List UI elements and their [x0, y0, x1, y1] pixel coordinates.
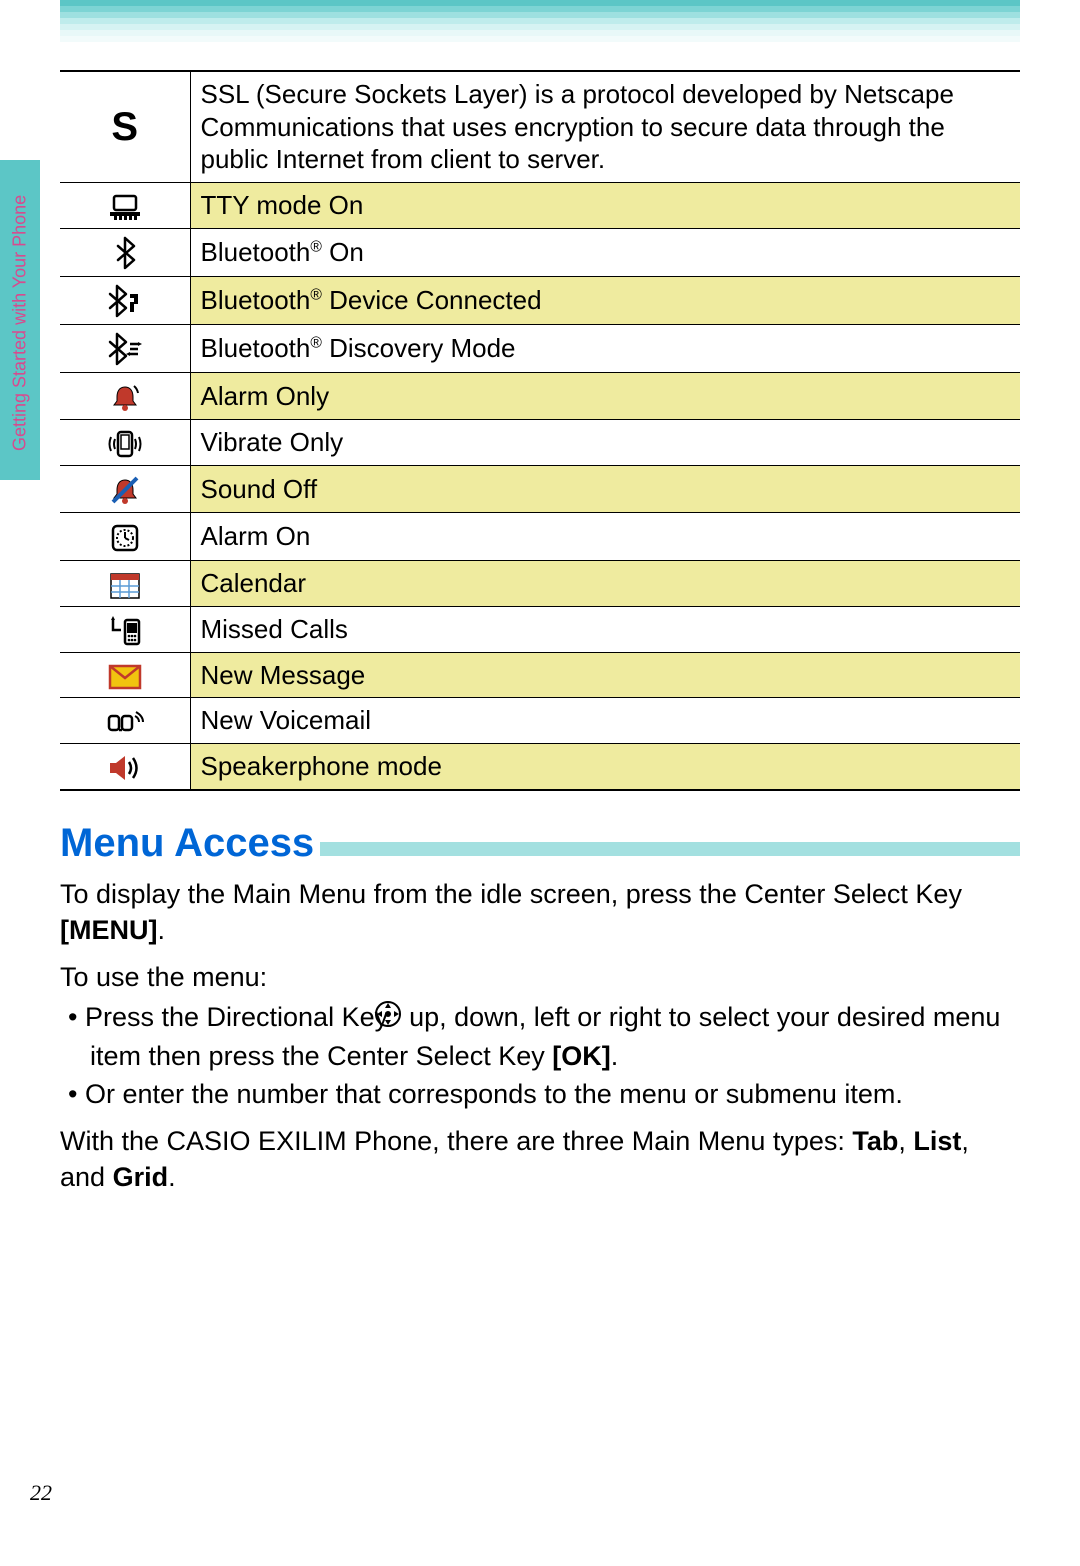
- bullet-list: • Press the Directional Key up, down, le…: [60, 999, 1020, 1112]
- heading-rule: [320, 842, 1020, 856]
- table-row: Sound Off: [60, 466, 1020, 513]
- icon-description: Alarm Only: [190, 373, 1020, 420]
- icon-description: Bluetooth® Device Connected: [190, 276, 1020, 324]
- menu-access-para-2: To use the menu:: [60, 959, 1020, 995]
- table-row: Bluetooth® Device Connected: [60, 276, 1020, 324]
- table-row: Missed Calls: [60, 606, 1020, 652]
- table-row: Bluetooth® On: [60, 228, 1020, 276]
- bullet-item-1: • Press the Directional Key up, down, le…: [60, 999, 1020, 1074]
- icon-description: Bluetooth® On: [190, 228, 1020, 276]
- menu-access-para-3: With the CASIO EXILIM Phone, there are t…: [60, 1123, 1020, 1196]
- top-gradient-bar: [60, 0, 1020, 50]
- text: Or enter the number that corresponds to …: [85, 1079, 903, 1109]
- missed-calls-icon: [60, 606, 190, 652]
- ssl-s-icon: S: [60, 71, 190, 182]
- ok-key-label: [OK]: [552, 1041, 610, 1071]
- menu-key-label: [MENU]: [60, 915, 157, 945]
- section-heading-wrap: Menu Access: [60, 821, 1020, 866]
- text: .: [157, 915, 165, 945]
- text: With the CASIO EXILIM Phone, there are t…: [60, 1126, 852, 1156]
- table-row: Calendar: [60, 560, 1020, 606]
- table-row: New Message: [60, 652, 1020, 698]
- icon-description: Vibrate Only: [190, 420, 1020, 466]
- speakerphone-icon: [60, 743, 190, 790]
- vibrate-icon: [60, 420, 190, 466]
- bluetooth-discovery-icon: [60, 324, 190, 372]
- icon-description: Calendar: [190, 560, 1020, 606]
- text: .: [168, 1162, 176, 1192]
- sound-off-icon: [60, 466, 190, 513]
- tty-icon: [60, 182, 190, 228]
- page-number: 22: [30, 1480, 52, 1506]
- menu-access-para-1: To display the Main Menu from the idle s…: [60, 876, 1020, 949]
- icon-description: Alarm On: [190, 513, 1020, 560]
- icon-description: TTY mode On: [190, 182, 1020, 228]
- section-heading: Menu Access: [60, 821, 314, 866]
- alarm-on-icon: [60, 513, 190, 560]
- icon-description: Speakerphone mode: [190, 743, 1020, 790]
- voicemail-icon: [60, 698, 190, 744]
- icon-description: Bluetooth® Discovery Mode: [190, 324, 1020, 372]
- text: Press the Directional Key: [85, 1002, 396, 1032]
- bullet-item-2: • Or enter the number that corresponds t…: [60, 1076, 1020, 1112]
- table-row: Bluetooth® Discovery Mode: [60, 324, 1020, 372]
- tab-label: Tab: [852, 1126, 898, 1156]
- table-row: Speakerphone mode: [60, 743, 1020, 790]
- bluetooth-connected-icon: [60, 276, 190, 324]
- calendar-icon: [60, 560, 190, 606]
- alarm-only-icon: [60, 373, 190, 420]
- icon-description: Missed Calls: [190, 606, 1020, 652]
- table-row: SSSL (Secure Sockets Layer) is a protoco…: [60, 71, 1020, 182]
- icon-description: Sound Off: [190, 466, 1020, 513]
- text: .: [611, 1041, 619, 1071]
- icon-description: New Voicemail: [190, 698, 1020, 744]
- table-row: New Voicemail: [60, 698, 1020, 744]
- icon-description: New Message: [190, 652, 1020, 698]
- side-section-label: Getting Started with Your Phone: [0, 185, 40, 485]
- table-row: Alarm On: [60, 513, 1020, 560]
- list-label: List: [913, 1126, 961, 1156]
- icon-description: SSL (Secure Sockets Layer) is a protocol…: [190, 71, 1020, 182]
- table-row: Vibrate Only: [60, 420, 1020, 466]
- new-message-icon: [60, 652, 190, 698]
- table-row: TTY mode On: [60, 182, 1020, 228]
- table-row: Alarm Only: [60, 373, 1020, 420]
- bluetooth-icon: [60, 228, 190, 276]
- text: ,: [898, 1126, 913, 1156]
- grid-label: Grid: [113, 1162, 169, 1192]
- icon-description-table: SSSL (Secure Sockets Layer) is a protoco…: [60, 70, 1020, 791]
- text: To display the Main Menu from the idle s…: [60, 879, 962, 909]
